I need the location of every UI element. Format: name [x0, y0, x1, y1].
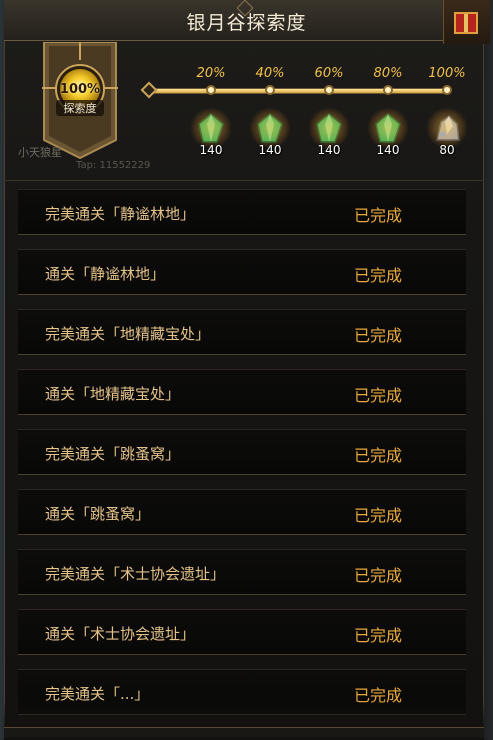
task-status: 已完成: [354, 206, 403, 225]
panel-bottom-edge: [4, 727, 484, 737]
milestone-dot-1: [206, 85, 216, 95]
milestone-dot-3: [324, 85, 334, 95]
milestone-pct-5: 100%: [428, 66, 466, 81]
task-status: 已完成: [354, 566, 403, 585]
list-divider: [4, 180, 484, 181]
task-status: 已完成: [354, 626, 403, 645]
exploration-banner: 100% 探索度: [40, 42, 120, 160]
task-status: 已完成: [354, 386, 403, 405]
chest-icon: [454, 12, 478, 34]
progress-fill: [153, 89, 447, 93]
exploration-percent: 100%: [59, 82, 101, 97]
task-label: 完美通关「跳蚤窝」: [45, 445, 181, 463]
milestone-dot-4: [383, 85, 393, 95]
task-label: 完美通关「地精藏宝处」: [45, 325, 211, 343]
player-tap: Tap: 11552229: [76, 160, 151, 171]
task-row[interactable]: 通关「地精藏宝处」 已完成: [18, 369, 466, 415]
task-label: 通关「术士协会遗址」: [45, 625, 196, 643]
reward-glow: [307, 108, 351, 148]
reward-4[interactable]: [366, 108, 410, 148]
milestone-pct-3: 60%: [314, 66, 344, 81]
task-row[interactable]: 完美通关「地精藏宝处」 已完成: [18, 309, 466, 355]
reward-5[interactable]: [425, 108, 469, 148]
task-label: 通关「静谧林地」: [45, 265, 166, 283]
reward-3[interactable]: [307, 108, 351, 148]
task-row[interactable]: 通关「跳蚤窝」 已完成: [18, 489, 466, 535]
task-status: 已完成: [354, 266, 403, 285]
reward-1[interactable]: [189, 108, 233, 148]
task-label: 通关「跳蚤窝」: [45, 505, 151, 523]
reward-2[interactable]: [248, 108, 292, 148]
reward-glow: [425, 108, 469, 148]
task-label: 完美通关「静谧林地」: [45, 205, 196, 223]
task-row[interactable]: 完美通关「静谧林地」 已完成: [18, 189, 466, 235]
reward-glow: [248, 108, 292, 148]
task-status: 已完成: [354, 326, 403, 345]
panel-title: 银月谷探索度: [186, 12, 307, 34]
task-label: 通关「地精藏宝处」: [45, 385, 181, 403]
reward-count-1: 140: [199, 143, 223, 157]
milestone-pct-1: 20%: [196, 66, 226, 81]
player-name: 小天狼星: [18, 146, 62, 159]
progress-track: [152, 88, 448, 94]
reward-count-3: 140: [317, 143, 341, 157]
milestone-dot-5: [442, 85, 452, 95]
task-row[interactable]: 完美通关「跳蚤窝」 已完成: [18, 429, 466, 475]
milestone-pct-2: 40%: [255, 66, 285, 81]
reward-count-5: 80: [439, 143, 455, 157]
task-label: 完美通关「术士协会遗址」: [45, 565, 226, 583]
task-row[interactable]: 通关「术士协会遗址」 已完成: [18, 609, 466, 655]
exploration-label: 探索度: [56, 100, 104, 116]
reward-count-4: 140: [376, 143, 400, 157]
reward-count-2: 140: [258, 143, 282, 157]
task-row[interactable]: 通关「静谧林地」 已完成: [18, 249, 466, 295]
reward-glow: [189, 108, 233, 148]
milestone-dot-2: [265, 85, 275, 95]
chest-shortcut-button[interactable]: [443, 0, 490, 44]
task-status: 已完成: [354, 506, 403, 525]
reward-glow: [366, 108, 410, 148]
task-status: 已完成: [354, 446, 403, 465]
milestone-pct-4: 80%: [373, 66, 403, 81]
task-row[interactable]: 完美通关「术士协会遗址」 已完成: [18, 549, 466, 595]
